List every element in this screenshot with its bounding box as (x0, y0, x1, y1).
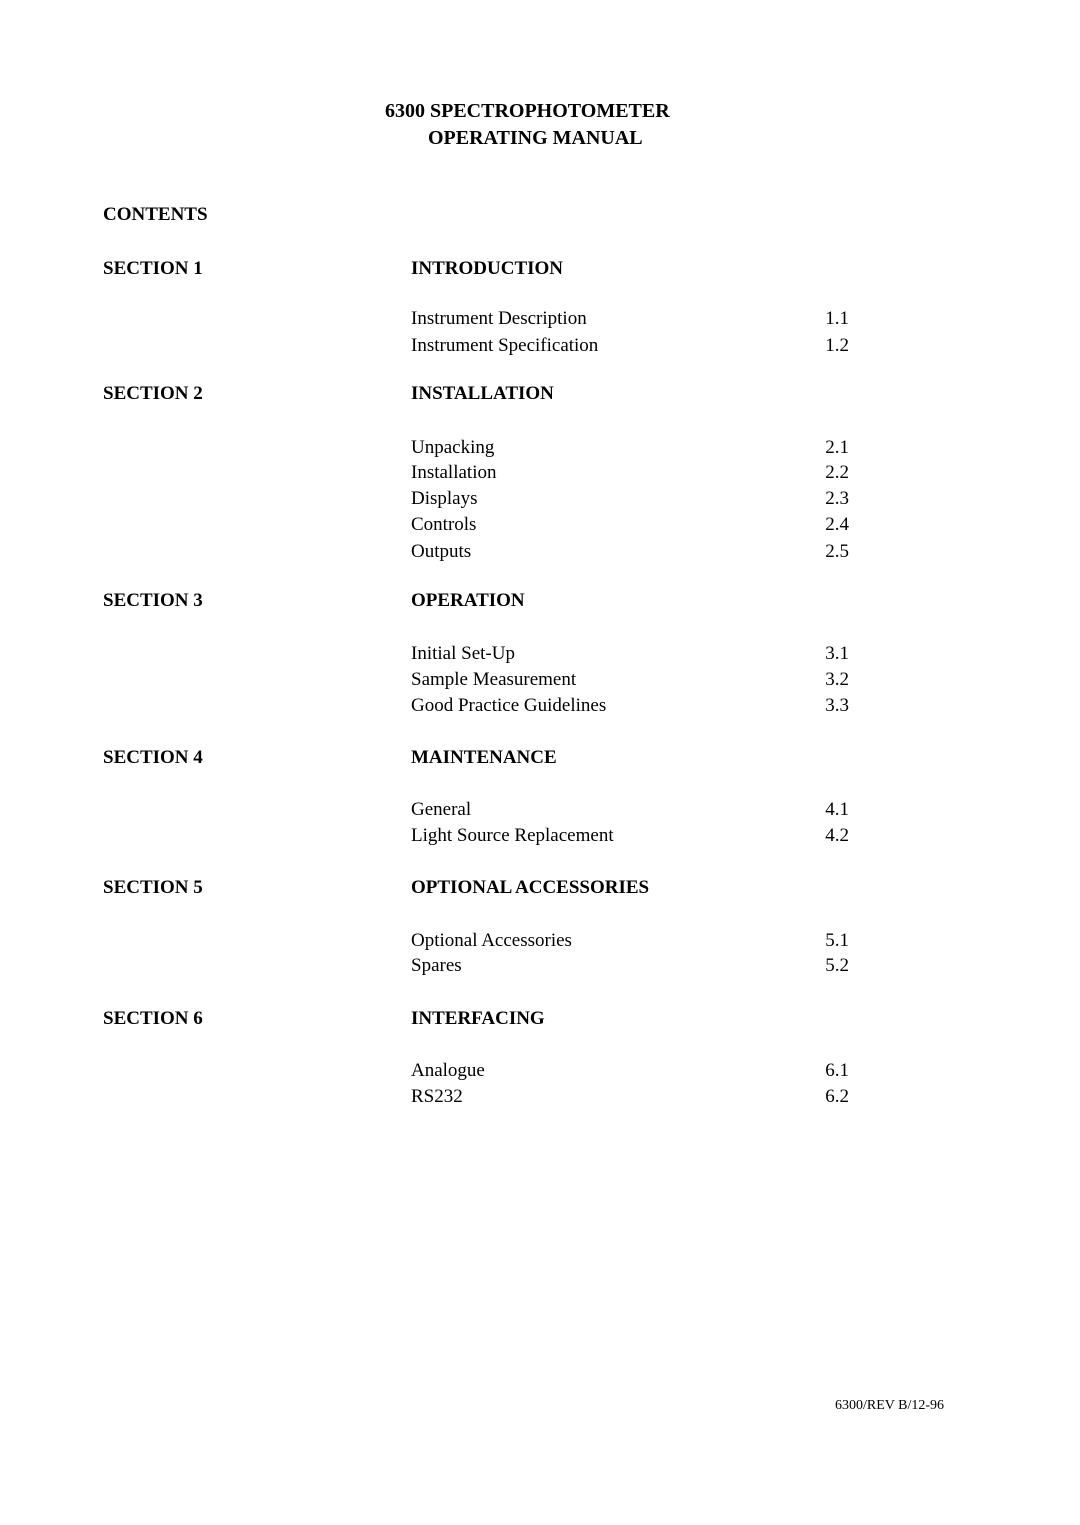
section-label: SECTION 3 (103, 590, 203, 611)
toc-entry[interactable]: Controls (411, 514, 476, 536)
section-label: SECTION 6 (103, 1008, 203, 1029)
section-title: OPTIONAL ACCESSORIES (411, 877, 650, 898)
toc-page-number: 6.1 (825, 1060, 849, 1081)
revision-footer: 6300/REV B/12-96 (835, 1398, 945, 1413)
toc-entry[interactable]: Instrument Description (411, 308, 587, 330)
toc-page-number: 1.1 (825, 308, 849, 329)
toc-page-number: 2.4 (825, 514, 849, 535)
toc-page-number: 2.1 (825, 437, 849, 458)
toc-page-number: 5.1 (825, 930, 849, 951)
section-label: SECTION 4 (103, 747, 203, 768)
section-title: INSTALLATION (411, 383, 554, 404)
section-title: MAINTENANCE (411, 747, 557, 768)
toc-page-number: 1.2 (825, 335, 849, 356)
toc-entry[interactable]: Outputs (411, 541, 471, 563)
section-title: OPERATION (411, 590, 525, 611)
toc-page-number: 3.2 (825, 669, 849, 690)
toc-entry[interactable]: Initial Set-Up (411, 643, 515, 665)
toc-entry[interactable]: Displays (411, 488, 478, 510)
toc-page-number: 2.3 (825, 488, 849, 509)
toc-page-number: 3.3 (825, 695, 849, 716)
section-label: SECTION 2 (103, 383, 203, 404)
toc-entry[interactable]: RS232 (411, 1086, 463, 1108)
toc-entry[interactable]: Analogue (411, 1060, 485, 1082)
section-title: INTRODUCTION (411, 258, 564, 279)
section-label: SECTION 5 (103, 877, 203, 898)
toc-page-number: 4.1 (825, 799, 849, 820)
document-subtitle: OPERATING MANUAL (428, 127, 643, 149)
section-label: SECTION 1 (103, 258, 203, 279)
toc-entry[interactable]: Installation (411, 462, 496, 484)
toc-page-number: 2.2 (825, 462, 849, 483)
toc-page-number: 2.5 (825, 541, 849, 562)
toc-entry[interactable]: Unpacking (411, 437, 494, 459)
toc-page-number: 5.2 (825, 955, 849, 976)
contents-heading: CONTENTS (103, 204, 208, 225)
toc-page-number: 6.2 (825, 1086, 849, 1107)
toc-entry[interactable]: General (411, 799, 471, 821)
toc-entry[interactable]: Instrument Specification (411, 335, 598, 357)
toc-entry[interactable]: Good Practice Guidelines (411, 695, 606, 717)
toc-page-number: 3.1 (825, 643, 849, 664)
toc-page-number: 4.2 (825, 825, 849, 846)
toc-entry[interactable]: Optional Accessories (411, 930, 572, 952)
toc-entry[interactable]: Spares (411, 955, 462, 977)
toc-entry[interactable]: Sample Measurement (411, 669, 576, 691)
toc-entry[interactable]: Light Source Replacement (411, 825, 614, 847)
document-title: 6300 SPECTROPHOTOMETER (385, 100, 670, 122)
section-title: INTERFACING (411, 1008, 545, 1029)
